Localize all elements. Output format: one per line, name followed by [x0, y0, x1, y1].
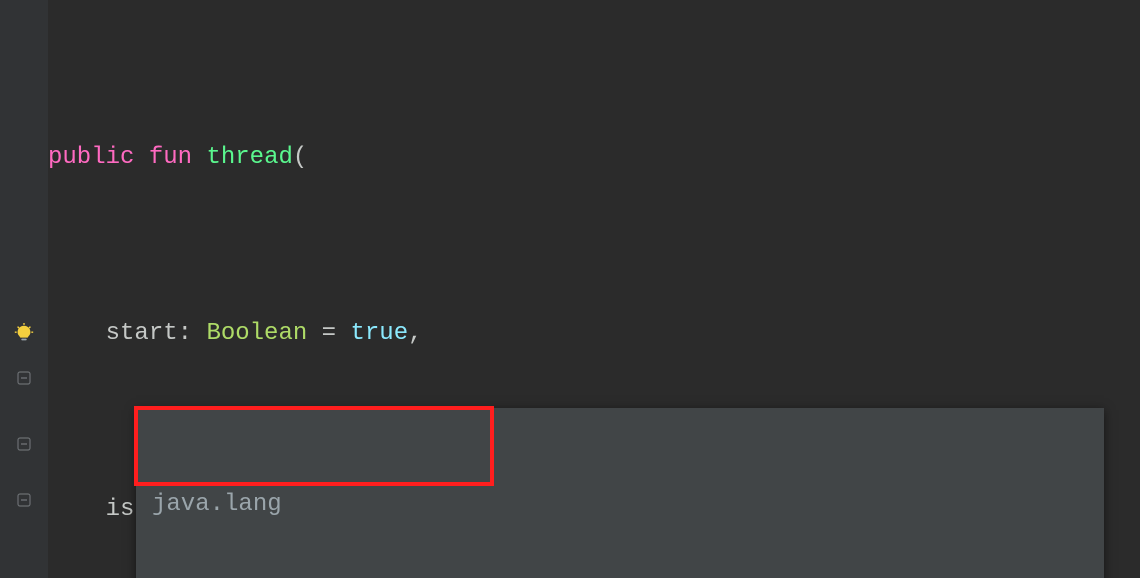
function-name: thread — [206, 144, 292, 171]
param-default: true — [350, 320, 408, 347]
paren-open: ( — [293, 144, 307, 171]
fold-toggle-icon[interactable] — [0, 422, 48, 466]
code-area[interactable]: public fun thread( start: Boolean = true… — [48, 0, 1140, 578]
quick-doc-tooltip: java.lang public class Thread extends Ob… — [136, 408, 1104, 578]
code-line[interactable]: public fun thread( — [48, 136, 1140, 180]
fold-toggle-icon[interactable] — [0, 478, 48, 522]
editor-gutter — [0, 0, 48, 578]
code-line[interactable]: start: Boolean = true, — [48, 312, 1140, 356]
keyword-fun: fun — [149, 144, 192, 171]
lightbulb-icon[interactable] — [0, 312, 48, 356]
param-name: start — [106, 320, 178, 347]
keyword-public: public — [48, 144, 134, 171]
code-editor[interactable]: public fun thread( start: Boolean = true… — [0, 0, 1140, 578]
tooltip-package: java.lang — [152, 488, 1088, 522]
fold-toggle-icon[interactable] — [0, 356, 48, 400]
param-type: Boolean — [206, 320, 307, 347]
